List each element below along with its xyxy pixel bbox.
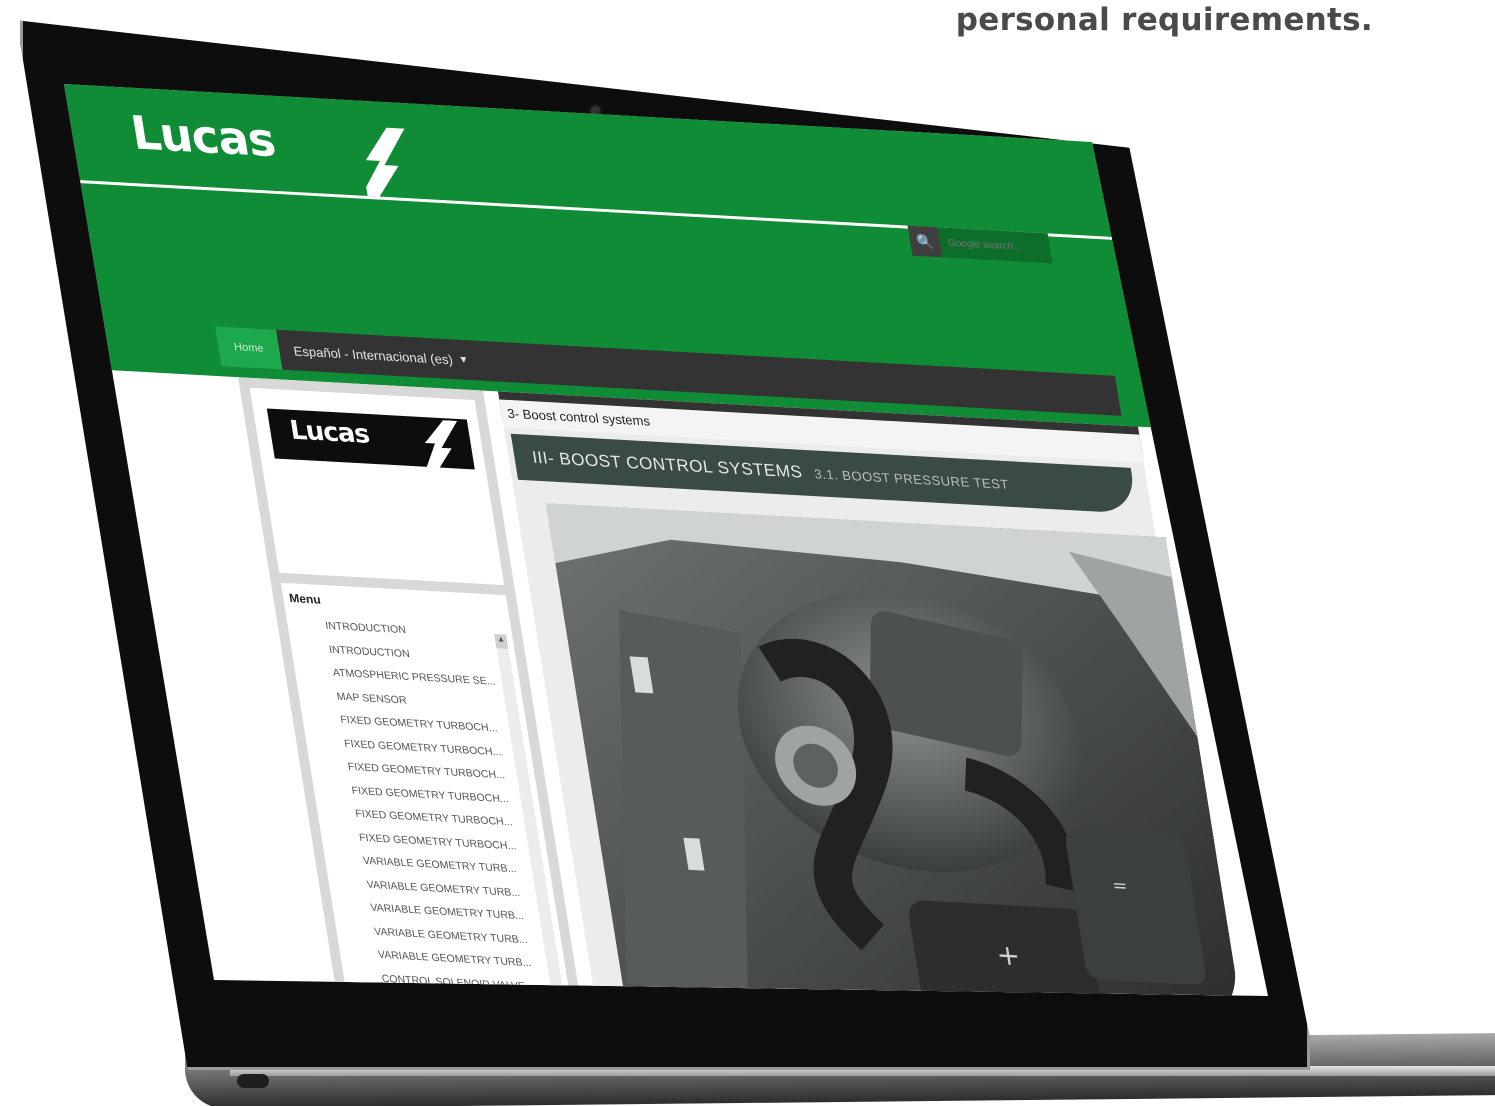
search-button[interactable]: 🔍 [907,225,943,258]
search-input[interactable] [939,236,1051,254]
webcam-icon [591,106,600,115]
web-page: Lucas 🔍 Home Español - Internacional (es… [64,84,1268,996]
photo-frame: + = [545,503,1244,996]
sidebar-lightning-icon [424,420,458,472]
lightning-slash-icon [361,127,405,197]
sidebar-logo-bar: Lucas [266,408,475,472]
content-area: 3- Boost control systems III- BOOST CONT… [498,391,1244,996]
header-divider [77,180,1239,247]
engine-bay-photo: + = [545,503,1244,996]
section-title: III- BOOST CONTROL SYSTEMS [530,447,804,482]
language-selector[interactable]: Español - Internacional (es) [278,342,453,367]
laptop: Lucas 🔍 Home Español - Internacional (es… [0,0,1495,1106]
svg-text:=: = [1111,875,1129,897]
scroll-up-icon[interactable]: ▲ [494,634,509,649]
nav-home[interactable]: Home [215,326,283,370]
engine-bay-image: + = [545,503,1244,996]
sidebar-logo: Lucas [287,415,372,450]
sidebar-logo-block: Lucas [249,387,505,586]
search-icon: 🔍 [914,232,935,250]
chevron-down-icon[interactable]: ▼ [458,354,470,366]
menu-panel: Menu INTRODUCTION INTRODUCTION ATMOSPHER… [280,582,575,996]
section-subtitle: 3.1. BOOST PRESSURE TEST [813,465,1010,492]
search-bar: 🔍 [907,225,1053,264]
usb-port [237,1074,269,1088]
lucas-logo[interactable]: Lucas [127,105,278,167]
